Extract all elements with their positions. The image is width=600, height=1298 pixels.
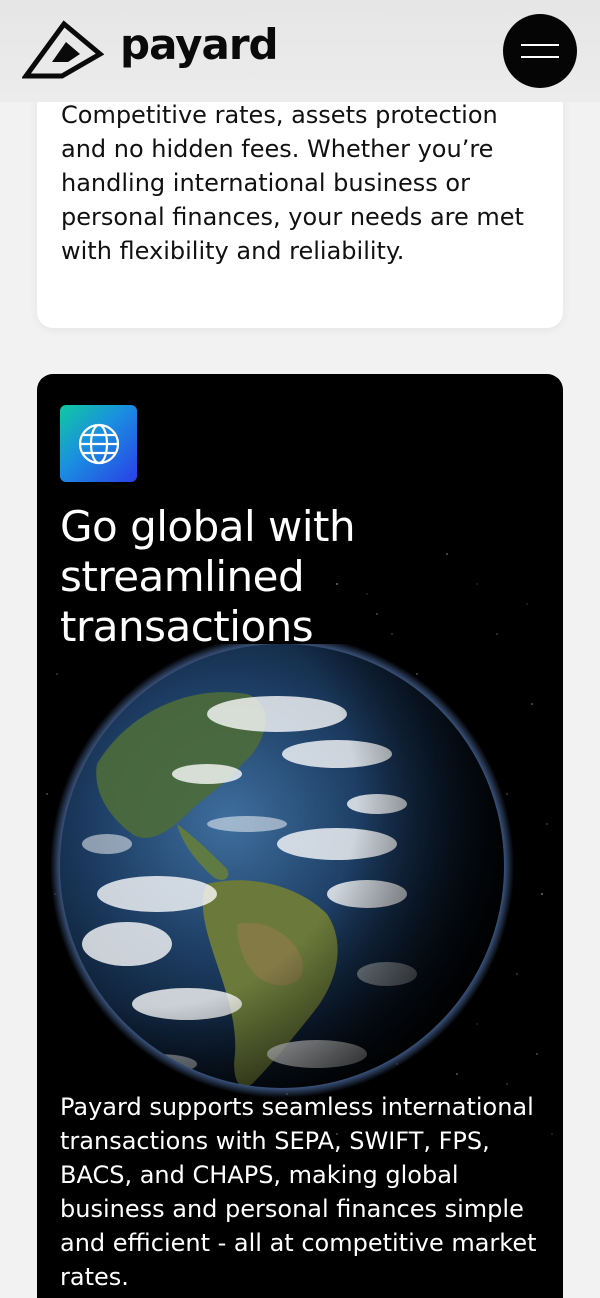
payard-logo-icon [22,20,104,79]
global-card-title: Go global with streamlined transactions [60,502,356,651]
globe-icon [78,423,120,465]
site-header: payard [0,0,600,102]
feature-card-global: Go global with streamlined transactions [37,374,563,1298]
hamburger-menu-icon [521,44,559,46]
brand-logo[interactable]: payard [22,18,279,80]
global-card-text: Payard supports seamless international t… [60,1093,537,1291]
feature-card-text: Competitive rates, assets protection and… [61,101,524,265]
hamburger-menu-icon-bar [521,56,559,58]
globe-icon-badge [60,405,137,482]
brand-name: payard [120,19,279,69]
earth-image [50,644,514,1098]
menu-button[interactable] [503,14,577,88]
